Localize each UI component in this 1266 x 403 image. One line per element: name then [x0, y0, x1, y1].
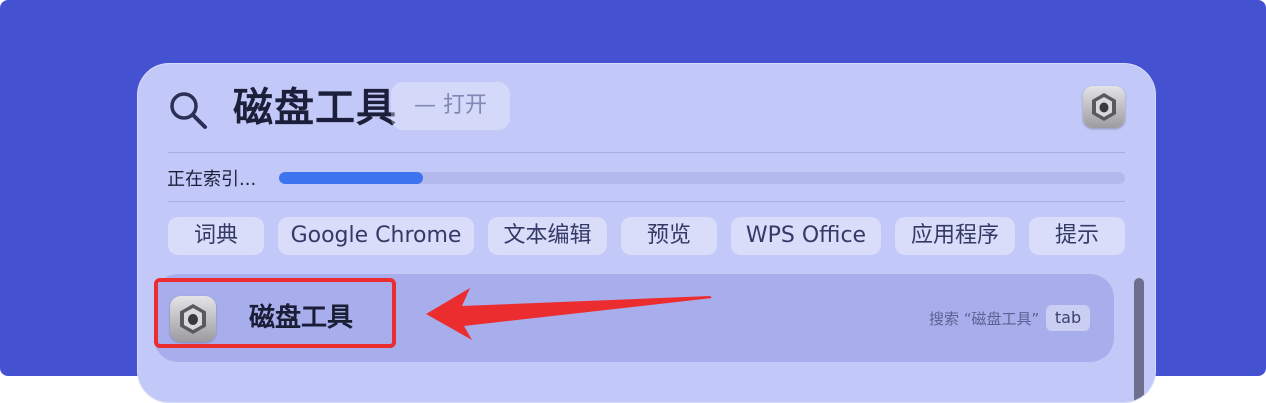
chip-textedit[interactable]: 文本编辑	[488, 217, 607, 255]
chip-dictionary[interactable]: 词典	[168, 217, 264, 255]
disk-utility-icon	[1083, 86, 1125, 128]
chip-preview[interactable]: 预览	[621, 217, 717, 255]
chip-wps-office[interactable]: WPS Office	[731, 217, 881, 255]
spotlight-panel: 磁盘工具 — 打开 正在索引... 词典 Google Chrome 文本编辑 …	[137, 63, 1156, 403]
indexing-label: 正在索引...	[167, 169, 257, 190]
search-suggestion: 搜索 “磁盘工具”	[929, 310, 1040, 328]
search-icon	[170, 92, 207, 129]
open-hint: — 打开	[391, 82, 510, 130]
annotation-arrow-icon	[426, 288, 712, 340]
indexing-progress-bar	[279, 172, 1125, 184]
tab-key-hint: tab	[1046, 305, 1090, 331]
search-input[interactable]: 磁盘工具	[233, 81, 397, 135]
chip-google-chrome[interactable]: Google Chrome	[278, 217, 474, 255]
indexing-progress-fill	[279, 172, 423, 184]
chip-applications[interactable]: 应用程序	[895, 217, 1015, 255]
divider	[168, 201, 1125, 202]
search-row[interactable]: 磁盘工具 — 打开	[138, 64, 1155, 152]
annotation-highlight-box	[154, 278, 396, 348]
scrollbar[interactable]	[1134, 278, 1144, 402]
chip-tips[interactable]: 提示	[1029, 217, 1125, 255]
divider	[168, 152, 1125, 153]
